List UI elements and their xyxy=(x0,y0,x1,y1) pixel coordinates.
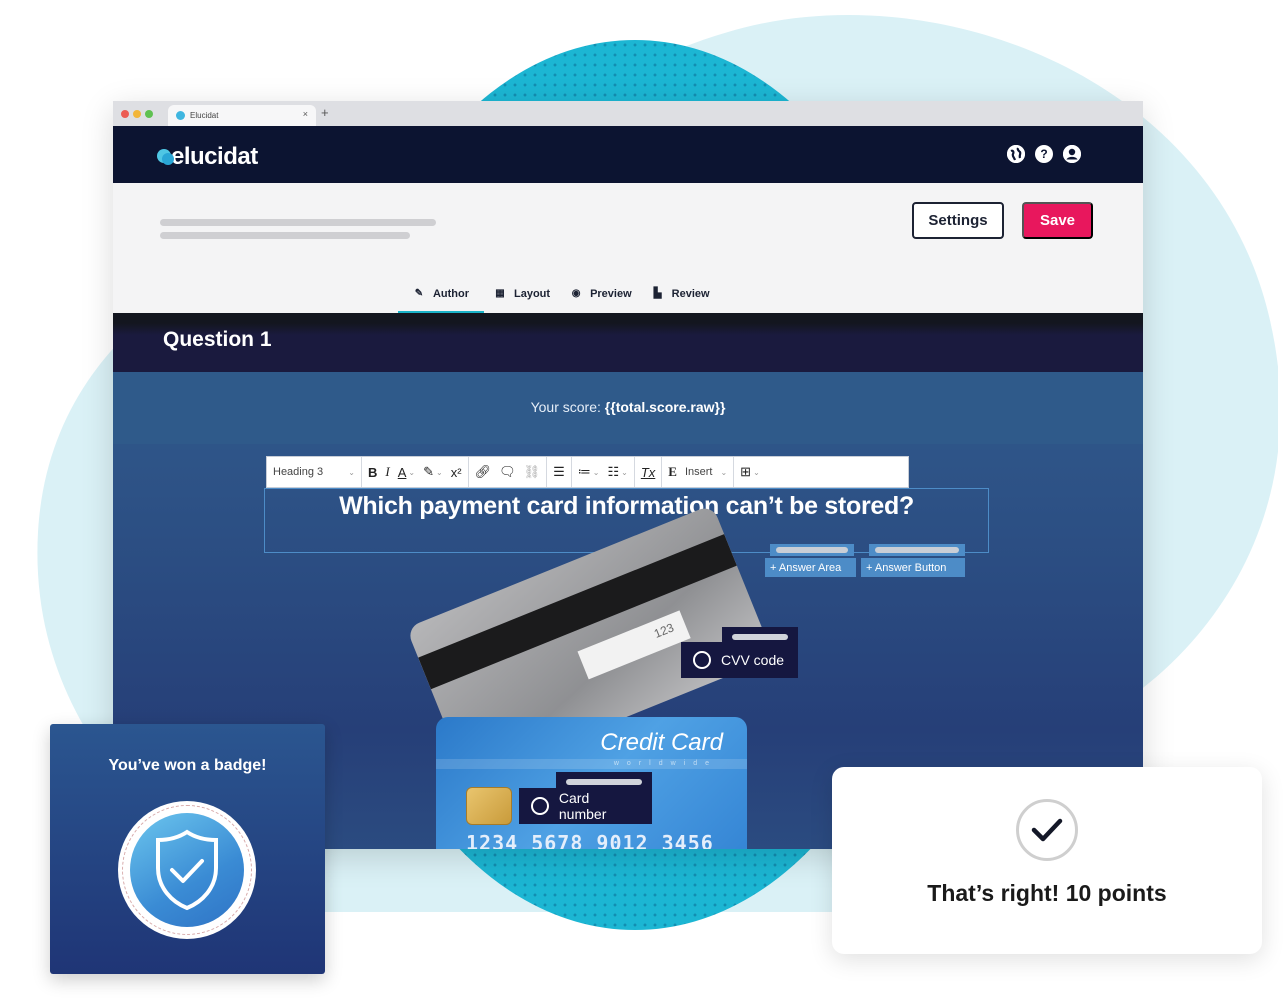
font-color-button[interactable]: A ⌄ xyxy=(398,465,415,480)
link-icon[interactable]: 🔗︎ xyxy=(475,464,492,480)
tab-author[interactable]: ✎ Author xyxy=(398,288,484,314)
comment-icon[interactable]: 🗨︎ xyxy=(499,464,516,480)
radio-button[interactable] xyxy=(693,651,711,669)
superscript-button[interactable]: x² xyxy=(451,465,462,480)
app-header: elucidat ? xyxy=(113,126,1143,183)
option-label: CVV code xyxy=(721,652,785,668)
badge-medal xyxy=(118,801,256,939)
option-label: Card number xyxy=(558,790,607,822)
card-brand-subtitle: worldwide xyxy=(436,759,747,769)
radio-button[interactable] xyxy=(531,797,549,815)
score-text: Your score: {{total.score.raw}} xyxy=(113,399,1143,415)
unlink-icon[interactable]: ⛓︎ xyxy=(524,464,541,480)
chevron-down-icon: ⌄ xyxy=(436,467,443,477)
browser-chrome: Elucidat × + xyxy=(113,101,1143,126)
comment-flag-icon: ▙ xyxy=(653,288,662,299)
tab-label: Layout xyxy=(514,288,551,300)
table-button[interactable]: ⊞ ⌄ xyxy=(740,464,760,480)
checkmark-icon xyxy=(1016,799,1078,861)
pencil-icon: ✎ xyxy=(414,288,424,299)
question-heading[interactable]: Which payment card information can’t be … xyxy=(265,492,988,521)
highlight-button[interactable]: ✎ ⌄ xyxy=(423,464,443,480)
font-color-icon: A xyxy=(397,464,407,480)
italic-button[interactable]: I xyxy=(385,464,389,480)
text-style-value: Heading 3 xyxy=(273,466,324,478)
add-answer-button-button[interactable]: + Answer Button xyxy=(861,558,965,577)
score-variable: {{total.score.raw}} xyxy=(604,399,726,415)
table-icon: ⊞ xyxy=(740,464,752,479)
tab-label: Preview xyxy=(590,288,632,300)
bold-button[interactable]: B xyxy=(368,465,377,480)
rich-text-toolbar: Heading 3 ⌄ B I A ⌄ ✎ ⌄ x² 🔗︎ 🗨︎ ⛓︎ ☰ ≔ … xyxy=(266,456,909,488)
badge-popup: You’ve won a badge! xyxy=(50,724,325,974)
globe-icon[interactable] xyxy=(1007,145,1025,163)
new-tab-button[interactable]: + xyxy=(321,105,329,120)
answer-option-cvv[interactable]: CVV code xyxy=(681,642,798,678)
numbered-list-button[interactable]: ≔ ⌄ xyxy=(578,464,600,480)
badge-title: You’ve won a badge! xyxy=(108,757,267,774)
insert-menu[interactable]: E Insert ⌄ xyxy=(662,457,735,487)
chevron-down-icon: ⌄ xyxy=(621,467,628,477)
add-answer-area-button[interactable]: + Answer Area xyxy=(765,558,856,577)
elucidat-logo[interactable]: elucidat xyxy=(157,141,258,169)
tab-layout[interactable]: ▦ Layout xyxy=(484,288,560,314)
card-number-digits: 1234 5678 9012 3456 xyxy=(466,831,714,849)
tab-preview[interactable]: ◉ Preview xyxy=(560,288,642,314)
insert-label: Insert xyxy=(684,466,713,478)
browser-tab[interactable]: Elucidat × xyxy=(168,105,316,126)
logo-mark-icon xyxy=(157,147,175,169)
chevron-down-icon: ⌄ xyxy=(720,467,728,477)
bullet-list-button[interactable]: ☷ ⌄ xyxy=(607,464,627,480)
insert-icon: E xyxy=(668,464,677,479)
numbered-list-icon: ≔ xyxy=(577,464,591,479)
user-icon[interactable] xyxy=(1063,145,1081,163)
question-header: Question 1 xyxy=(113,313,1143,373)
answer-button-tab xyxy=(869,544,965,556)
card-chip-icon xyxy=(466,787,512,825)
shield-check-icon xyxy=(156,829,218,911)
chevron-down-icon: ⌄ xyxy=(348,467,355,477)
chevron-down-icon: ⌄ xyxy=(408,467,416,477)
subtitle-placeholder xyxy=(160,232,410,239)
chevron-down-icon: ⌄ xyxy=(753,467,760,477)
bullet-list-icon: ☷ xyxy=(607,464,620,479)
save-button[interactable]: Save xyxy=(1022,202,1093,239)
tab-title: Elucidat xyxy=(190,111,219,120)
clear-format-icon[interactable]: Tx xyxy=(641,465,655,480)
answer-option-card-number[interactable]: Card number xyxy=(519,788,652,824)
score-band: Your score: {{total.score.raw}} xyxy=(113,372,1143,444)
logo-text: elucidat xyxy=(171,143,258,170)
marketing-stage: Elucidat × + elucidat ? Settings Save ✎ … xyxy=(0,0,1285,1000)
card-brand-title: Credit Card xyxy=(600,729,723,756)
text-style-select[interactable]: Heading 3 ⌄ xyxy=(267,457,362,487)
tab-review[interactable]: ▙ Review xyxy=(642,288,720,314)
eye-icon: ◉ xyxy=(571,288,581,299)
window-maximize-dot[interactable] xyxy=(145,110,153,118)
result-message: That’s right! 10 points xyxy=(927,880,1167,906)
tab-close-icon[interactable]: × xyxy=(303,109,308,119)
window-minimize-dot[interactable] xyxy=(133,110,141,118)
score-prefix: Your score: xyxy=(530,399,601,415)
mode-tabs: ✎ Author ▦ Layout ◉ Preview ▙ Review xyxy=(398,288,720,314)
highlighter-icon: ✎ xyxy=(423,464,435,479)
tab-label: Review xyxy=(671,288,710,300)
grid-icon: ▦ xyxy=(495,288,505,299)
tab-label: Author xyxy=(432,288,470,300)
favicon-icon xyxy=(176,111,185,120)
settings-button[interactable]: Settings xyxy=(912,202,1004,239)
help-icon[interactable]: ? xyxy=(1035,145,1053,163)
window-close-dot[interactable] xyxy=(121,110,129,118)
align-left-icon[interactable]: ☰ xyxy=(553,464,565,480)
answer-area-tab xyxy=(770,544,854,556)
chevron-down-icon: ⌄ xyxy=(592,467,600,477)
question-title: Question 1 xyxy=(163,328,272,351)
title-placeholder xyxy=(160,219,436,226)
result-feedback-popup: That’s right! 10 points xyxy=(832,767,1262,954)
page-header: Settings Save ✎ Author ▦ Layout ◉ Previe… xyxy=(113,183,1143,314)
